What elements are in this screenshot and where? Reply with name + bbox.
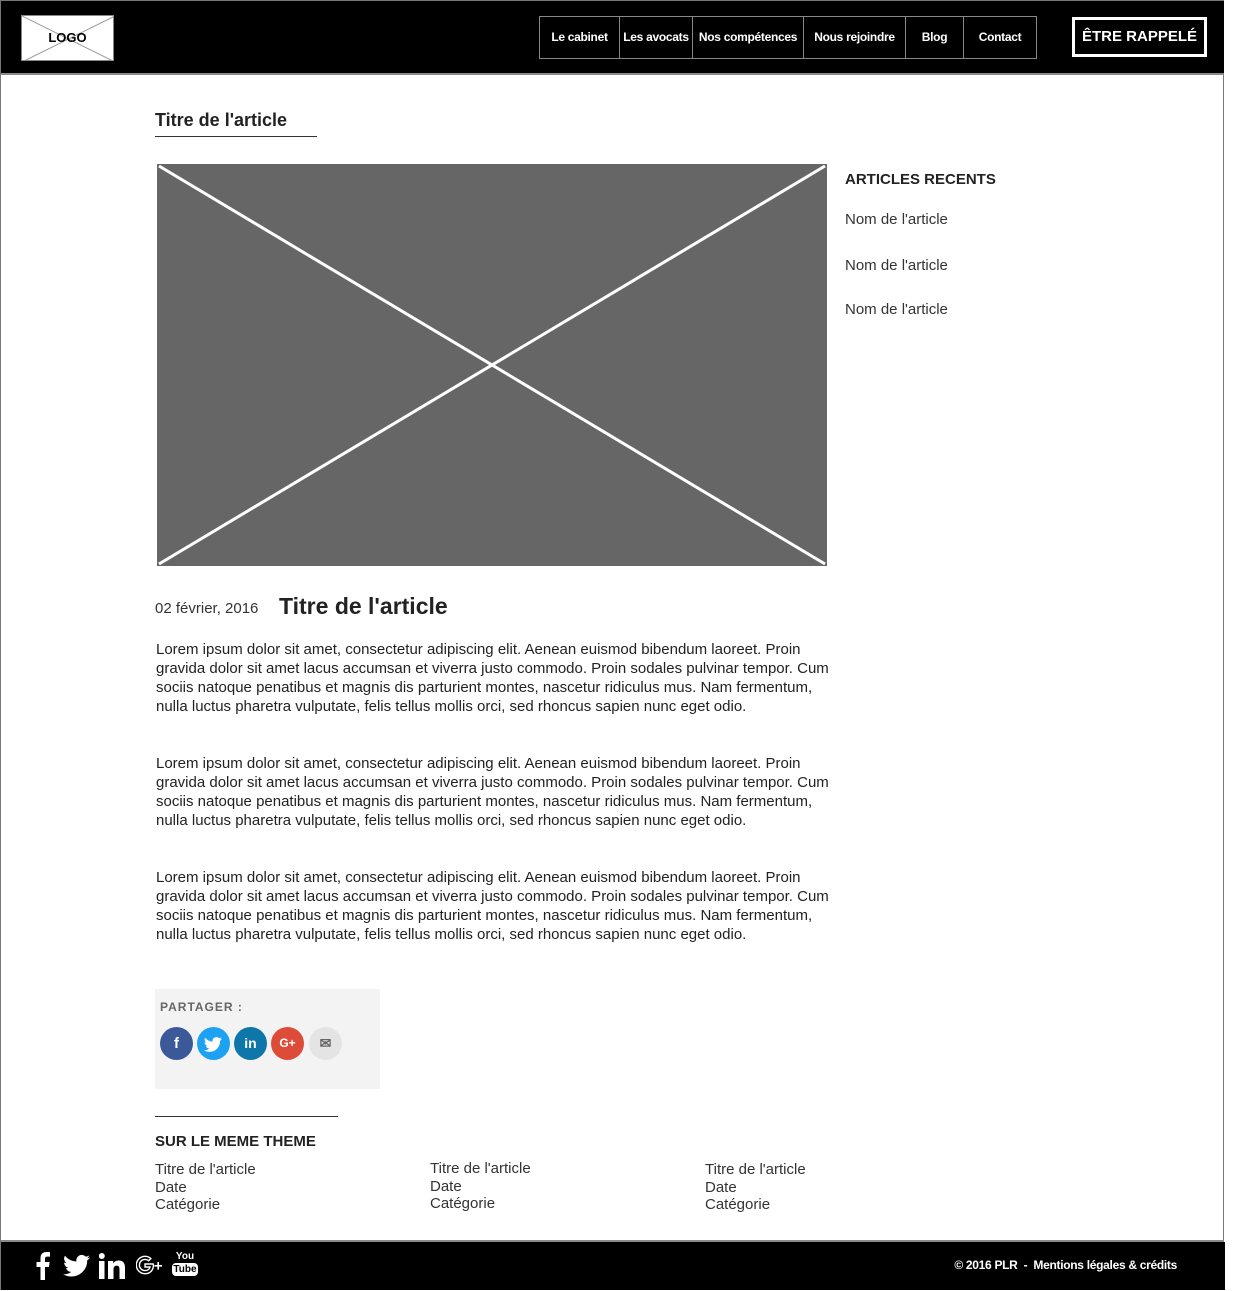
logo[interactable]: LOGO [21,15,114,61]
article-title: Titre de l'article [279,593,448,619]
google-plus-icon[interactable] [135,1253,164,1281]
related-article-title[interactable]: Titre de l'article [155,1161,256,1179]
nav-item-le-cabinet[interactable]: Le cabinet [540,17,620,58]
recent-article-link[interactable]: Nom de l'article [845,211,948,228]
linkedin-share-icon[interactable]: in [234,1027,267,1060]
article-paragraph: Lorem ipsum dolor sit amet, consectetur … [156,641,829,715]
recent-articles-title: ARTICLES RECENTS [845,171,996,188]
related-article[interactable]: Titre de l'article Date Catégorie [705,1161,806,1214]
related-article-date: Date [430,1177,462,1195]
article-paragraph: Lorem ipsum dolor sit amet, consectetur … [156,755,829,829]
related-article[interactable]: Titre de l'article Date Catégorie [155,1161,256,1214]
recent-article-link[interactable]: Nom de l'article [845,301,948,318]
related-article-title[interactable]: Titre de l'article [705,1161,806,1179]
site-header: LOGO Le cabinet Les avocats Nos compéten… [1,1,1224,74]
related-article-date: Date [705,1178,737,1196]
nav-item-nous-rejoindre[interactable]: Nous rejoindre [804,17,906,58]
related-title: SUR LE MEME THEME [155,1133,316,1150]
article-image-placeholder [157,164,827,566]
related-article[interactable]: Titre de l'article Date Catégorie [430,1160,531,1213]
share-box: PARTAGER : f in G+ ✉ [155,989,380,1089]
related-article-category: Catégorie [430,1195,496,1212]
legal-link[interactable]: Mentions légales & crédits [1033,1258,1177,1272]
related-article-category: Catégorie [705,1196,771,1213]
nav-item-les-avocats[interactable]: Les avocats [620,17,693,58]
recent-article-link[interactable]: Nom de l'article [845,257,948,274]
copyright-text: © 2016 PLR [954,1258,1018,1272]
google-plus-share-icon[interactable]: G+ [271,1027,304,1060]
main-nav: Le cabinet Les avocats Nos compétences N… [539,16,1037,59]
callback-button[interactable]: ÊTRE RAPPELÉ [1072,17,1207,57]
share-label: PARTAGER : [160,1000,243,1014]
youtube-icon-top: You [175,1251,195,1262]
page-title: Titre de l'article [155,110,288,130]
twitter-icon[interactable] [63,1254,90,1282]
nav-item-contact[interactable]: Contact [964,17,1036,58]
facebook-share-icon[interactable]: f [160,1027,193,1060]
footer-legal: © 2016 PLR - Mentions légales & crédits [954,1258,1177,1272]
header-divider [1,73,1224,75]
related-article-title[interactable]: Titre de l'article [430,1160,531,1178]
youtube-icon[interactable]: You Tube [172,1251,198,1279]
page-title-underline [155,136,317,137]
footer-separator: - [1023,1258,1028,1272]
email-share-icon[interactable]: ✉ [309,1027,342,1060]
facebook-icon[interactable] [35,1252,51,1280]
nav-item-nos-competences[interactable]: Nos compétences [693,17,804,58]
linkedin-icon[interactable] [98,1253,126,1281]
logo-text: LOGO [48,30,87,45]
nav-item-blog[interactable]: Blog [906,17,964,58]
article-paragraph: Lorem ipsum dolor sit amet, consectetur … [156,869,829,943]
article-date: 02 février, 2016 [155,600,259,617]
image-placeholder-icon [158,164,826,566]
youtube-icon-bottom: Tube [172,1263,198,1276]
twitter-share-icon[interactable] [197,1027,230,1060]
site-footer: You Tube © 2016 PLR - Mentions légales &… [1,1242,1225,1290]
twitter-bird-icon [203,1037,222,1052]
related-article-date: Date [155,1178,187,1196]
related-article-category: Catégorie [155,1196,221,1213]
related-divider [155,1116,338,1117]
